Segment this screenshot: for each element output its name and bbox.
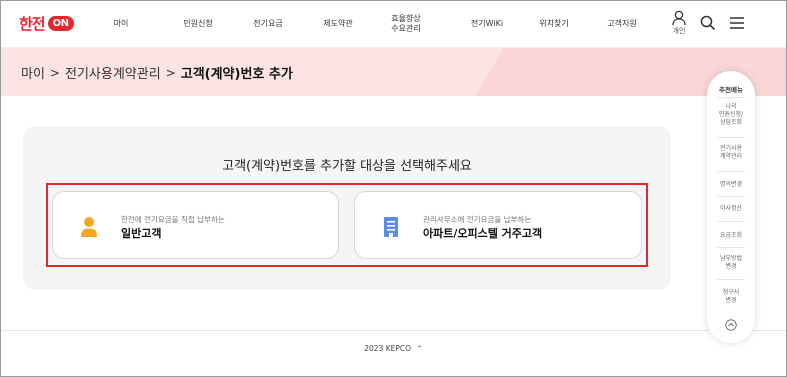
breadcrumb: 마이 > 전기사용계약관리 > 고객(계약)번호 추가 xyxy=(21,63,293,83)
divider xyxy=(717,137,745,138)
nav-efficiency[interactable]: 효율향상 수요관리 xyxy=(383,1,429,47)
footer: 2023 KEPCO ⌃ xyxy=(1,344,786,353)
quick-item-moving[interactable]: 이사정산 xyxy=(713,205,749,213)
footer-divider xyxy=(1,330,786,331)
quick-item-contract[interactable]: 전기사용 계약관리 xyxy=(713,145,749,161)
quick-item-bill-inquiry[interactable]: 요금조회 xyxy=(713,232,749,240)
nav-support[interactable]: 고객지원 xyxy=(599,1,645,47)
page-frame: 한전 ON 마이 민원신청 전기요금 제도약관 효율향상 수요관리 전기WiKi… xyxy=(0,0,787,377)
option-apartment-subtext: 관리사무소에 전기요금을 납부하는 xyxy=(423,215,532,224)
quick-item-invoice-change[interactable]: 청구서 변경 xyxy=(713,289,749,305)
user-icon xyxy=(672,10,686,26)
breadcrumb-separator: > xyxy=(165,65,176,80)
divider xyxy=(717,279,745,280)
logo-text: 한전 xyxy=(19,14,46,33)
user-menu[interactable]: 개인 xyxy=(668,10,690,36)
selection-prompt: 고객(계약)번호를 추가할 대상을 선택해주세요 xyxy=(222,159,472,174)
nav-civil-application[interactable]: 민원신청 xyxy=(175,1,221,47)
user-label: 개인 xyxy=(672,27,686,35)
divider xyxy=(717,221,745,222)
nav-wiki[interactable]: 전기WiKi xyxy=(461,1,513,47)
nav-electricity-bill[interactable]: 전기요금 xyxy=(245,1,291,47)
nav-location[interactable]: 위치찾기 xyxy=(531,1,577,47)
nav-terms[interactable]: 제도약관 xyxy=(315,1,361,47)
person-icon xyxy=(81,217,97,237)
option-apartment-customer[interactable]: 관리사무소에 전기요금을 납부하는 아파트/오피스텔 거주고객 xyxy=(354,191,642,259)
kepco-logo[interactable]: 한전 ON xyxy=(19,13,74,33)
recommended-menu-title: 추천메뉴 xyxy=(719,86,743,94)
building-icon xyxy=(384,217,398,237)
divider xyxy=(717,247,745,248)
option-general-subtext: 한전에 전기요금을 직접 납부하는 xyxy=(121,215,225,224)
breadcrumb-separator: > xyxy=(49,65,60,80)
option-general-customer[interactable]: 한전에 전기요금을 직접 납부하는 일반고객 xyxy=(52,191,339,259)
option-general-title: 일반고객 xyxy=(121,227,162,240)
recommended-menu-panel: 추천메뉴 나의 민원신청/ 상담조회 전기사용 계약관리 명의변경 이사정산 요… xyxy=(707,71,755,343)
divider xyxy=(717,171,745,172)
logo-on-badge: ON xyxy=(47,15,74,31)
hamburger-menu-icon[interactable] xyxy=(728,14,746,32)
divider xyxy=(717,196,745,197)
chevron-up-icon[interactable]: ⌃ xyxy=(416,344,422,353)
breadcrumb-item-contract[interactable]: 전기사용계약관리 xyxy=(65,63,161,82)
quick-item-my-inquiry[interactable]: 나의 민원신청/ 상담조회 xyxy=(713,103,749,127)
option-apartment-title: 아파트/오피스텔 거주고객 xyxy=(423,227,543,240)
breadcrumb-band: 마이 > 전기사용계약관리 > 고객(계약)번호 추가 xyxy=(1,48,786,96)
search-icon[interactable] xyxy=(699,14,717,32)
breadcrumb-item-my[interactable]: 마이 xyxy=(21,63,45,82)
footer-copyright: 2023 KEPCO xyxy=(364,344,412,353)
divider xyxy=(717,97,745,98)
breadcrumb-current: 고객(계약)번호 추가 xyxy=(180,67,293,82)
scroll-top-icon[interactable] xyxy=(725,319,737,331)
top-header: 한전 ON 마이 민원신청 전기요금 제도약관 효율향상 수요관리 전기WiKi… xyxy=(1,1,786,48)
quick-item-name-change[interactable]: 명의변경 xyxy=(713,181,749,189)
quick-item-payment-method[interactable]: 납부방법 변경 xyxy=(713,255,749,271)
nav-my[interactable]: 마이 xyxy=(104,1,138,47)
